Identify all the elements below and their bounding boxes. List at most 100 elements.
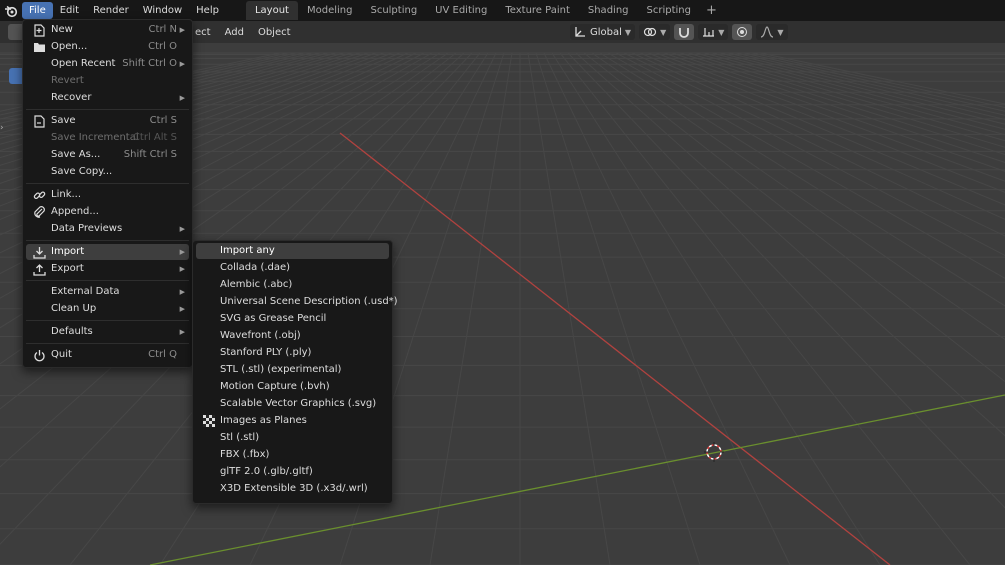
menu-separator (26, 240, 189, 241)
file-quit-item[interactable]: Quit Ctrl Q (26, 347, 189, 363)
file-defaults-item[interactable]: Defaults ▶ (26, 324, 189, 340)
file-save-copy-item[interactable]: Save Copy... (26, 164, 189, 180)
file-data-previews-label: Data Previews (51, 223, 123, 234)
import-fbx-item[interactable]: FBX (.fbx) (196, 447, 389, 463)
file-revert-item[interactable]: Revert (26, 73, 189, 89)
workspace-tabs: Layout Modeling Sculpting UV Editing Tex… (245, 1, 723, 20)
tab-sculpting[interactable]: Sculpting (361, 1, 426, 20)
import-icon (32, 245, 46, 259)
file-append-label: Append... (51, 206, 99, 217)
blender-logo-icon[interactable] (0, 0, 22, 21)
transform-orientation-dropdown[interactable]: Global ▼ (570, 24, 636, 40)
menu-file[interactable]: File (22, 2, 53, 19)
snap-grid-icon (703, 28, 715, 37)
import-images-as-planes-label: Images as Planes (220, 415, 307, 426)
file-export-label: Export (51, 263, 84, 274)
export-icon (32, 262, 46, 276)
file-open-recent-item[interactable]: Open Recent Shift Ctrl O ▶ (26, 56, 189, 72)
import-bvh-label: Motion Capture (.bvh) (220, 381, 330, 392)
menu-help[interactable]: Help (189, 2, 226, 19)
x-axis-line (339, 132, 891, 565)
chevron-down-icon: ▼ (624, 27, 632, 37)
import-gltf-label: glTF 2.0 (.glb/.gltf) (220, 466, 313, 477)
shortcut-label: Shift Ctrl O (122, 58, 177, 69)
file-external-data-item[interactable]: External Data ▶ (26, 284, 189, 300)
save-icon (32, 114, 46, 128)
tab-shading[interactable]: Shading (579, 1, 638, 20)
file-save-as-item[interactable]: Save As... Shift Ctrl S (26, 147, 189, 163)
import-stl-experimental-item[interactable]: STL (.stl) (experimental) (196, 362, 389, 378)
submenu-arrow-icon: ▶ (179, 305, 185, 313)
import-ply-item[interactable]: Stanford PLY (.ply) (196, 345, 389, 361)
tab-texture-paint[interactable]: Texture Paint (496, 1, 579, 20)
import-any-label: Import any (220, 245, 275, 256)
file-import-item[interactable]: Import ▶ (26, 244, 189, 260)
import-fbx-label: FBX (.fbx) (220, 449, 270, 460)
snap-target-dropdown[interactable]: ▼ (698, 24, 729, 40)
import-images-as-planes-item[interactable]: Images as Planes (196, 413, 389, 429)
tab-scripting[interactable]: Scripting (638, 1, 700, 20)
menu-object[interactable]: Object (251, 27, 298, 38)
menu-add[interactable]: Add (218, 27, 251, 38)
import-bvh-item[interactable]: Motion Capture (.bvh) (196, 379, 389, 395)
import-alembic-item[interactable]: Alembic (.abc) (196, 277, 389, 293)
file-data-previews-item[interactable]: Data Previews ▶ (26, 221, 189, 237)
file-export-item[interactable]: Export ▶ (26, 261, 189, 277)
file-save-copy-label: Save Copy... (51, 166, 113, 177)
file-open-item[interactable]: Open... Ctrl O (26, 39, 189, 55)
import-collada-item[interactable]: Collada (.dae) (196, 260, 389, 276)
file-recover-item[interactable]: Recover ▶ (26, 90, 189, 106)
3d-cursor-icon[interactable] (704, 442, 724, 462)
import-svg-item[interactable]: Scalable Vector Graphics (.svg) (196, 396, 389, 412)
submenu-arrow-icon: ▶ (179, 94, 185, 102)
shortcut-label: Ctrl Alt S (132, 132, 177, 143)
import-any-item[interactable]: Import any (196, 243, 389, 259)
import-x3d-label: X3D Extensible 3D (.x3d/.wrl) (220, 483, 368, 494)
viewport-header-right: Global ▼ ▼ ▼ ▼ (570, 24, 788, 40)
file-new-item[interactable]: New Ctrl N ▶ (26, 22, 189, 38)
import-svg-grease-pencil-label: SVG as Grease Pencil (220, 313, 327, 324)
file-link-label: Link... (51, 189, 82, 200)
orientation-label: Global (590, 26, 622, 38)
add-workspace-button[interactable]: + (700, 1, 723, 20)
import-stl-item[interactable]: Stl (.stl) (196, 430, 389, 446)
import-usd-item[interactable]: Universal Scene Description (.usd*) (196, 294, 398, 310)
file-save-incremental-label: Save Incremental (51, 132, 139, 143)
file-save-incremental-item[interactable]: Save Incremental Ctrl Alt S (26, 130, 189, 146)
pivot-point-dropdown[interactable]: ▼ (639, 24, 671, 40)
import-obj-label: Wavefront (.obj) (220, 330, 301, 341)
menu-render[interactable]: Render (86, 2, 136, 19)
file-save-item[interactable]: Save Ctrl S (26, 113, 189, 129)
proportional-icon (737, 27, 748, 37)
menu-separator (26, 280, 189, 281)
snap-toggle[interactable] (674, 24, 695, 40)
file-link-item[interactable]: Link... (26, 187, 189, 203)
tab-layout[interactable]: Layout (245, 1, 298, 20)
new-file-icon (32, 23, 46, 37)
shortcut-label: Ctrl N (148, 24, 177, 35)
import-submenu: Import any Collada (.dae) Alembic (.abc)… (192, 240, 398, 504)
menu-window[interactable]: Window (136, 2, 189, 19)
tab-uv-editing[interactable]: UV Editing (426, 1, 496, 20)
chevron-down-icon: ▼ (660, 27, 667, 37)
shortcut-label: Shift Ctrl S (123, 149, 177, 160)
file-save-label: Save (51, 115, 76, 126)
proportional-edit-toggle[interactable] (732, 24, 753, 40)
shortcut-label: Ctrl O (148, 41, 177, 52)
menu-edit[interactable]: Edit (53, 2, 86, 19)
import-gltf-item[interactable]: glTF 2.0 (.glb/.gltf) (196, 464, 389, 480)
import-ply-label: Stanford PLY (.ply) (220, 347, 312, 358)
file-clean-up-item[interactable]: Clean Up ▶ (26, 301, 189, 317)
import-obj-item[interactable]: Wavefront (.obj) (196, 328, 389, 344)
submenu-arrow-icon: ▶ (179, 288, 185, 296)
import-x3d-item[interactable]: X3D Extensible 3D (.x3d/.wrl) (196, 481, 389, 497)
file-append-item[interactable]: Append... (26, 204, 189, 220)
file-recover-label: Recover (51, 92, 92, 103)
power-icon (32, 348, 46, 362)
falloff-dropdown[interactable]: ▼ (756, 24, 788, 40)
axes-icon (575, 27, 585, 37)
tab-modeling[interactable]: Modeling (298, 1, 362, 20)
sidebar-expand-icon[interactable]: › (0, 123, 4, 133)
import-svg-grease-pencil-item[interactable]: SVG as Grease Pencil (196, 311, 389, 327)
file-save-as-label: Save As... (51, 149, 101, 160)
